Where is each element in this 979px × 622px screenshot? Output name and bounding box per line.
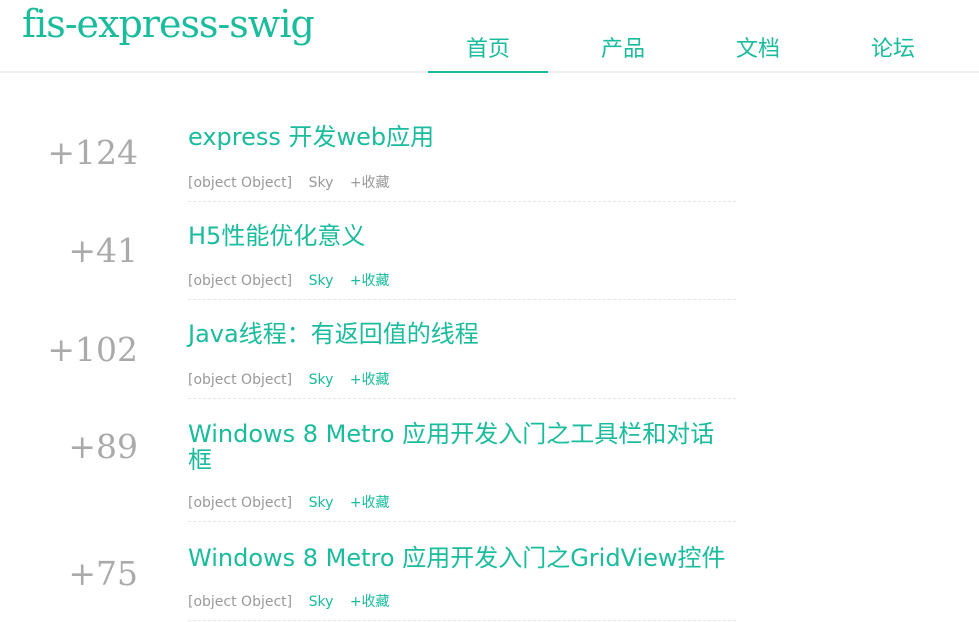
post-title-link[interactable]: Java线程：有返回值的线程	[188, 321, 736, 347]
favorite-link[interactable]: +收藏	[350, 372, 390, 388]
divider	[188, 201, 736, 202]
divider	[188, 620, 736, 621]
favorite-link[interactable]: +收藏	[350, 175, 390, 191]
vote-score: +102	[47, 330, 138, 369]
vote-score: +124	[47, 133, 138, 172]
page: fis-express-swig 首页 产品 文档 论坛 +124 expres…	[0, 0, 979, 622]
post-category: [object Object]	[188, 175, 293, 191]
post-category: [object Object]	[188, 495, 293, 511]
post-meta: [object Object] Sky +收藏	[188, 492, 402, 512]
vote-score: +41	[68, 231, 138, 270]
favorite-link[interactable]: +收藏	[350, 495, 390, 511]
post-title-link[interactable]: Windows 8 Metro 应用开发入门之GridView控件	[188, 545, 736, 571]
post-title-link[interactable]: H5性能优化意义	[188, 223, 736, 249]
post-meta: [object Object] Sky +收藏	[188, 369, 402, 389]
nav-item-products[interactable]: 产品	[563, 0, 683, 73]
post-author[interactable]: Sky	[309, 273, 334, 289]
post-author[interactable]: Sky	[309, 175, 334, 191]
nav-item-home[interactable]: 首页	[428, 0, 548, 73]
post-category: [object Object]	[188, 273, 293, 289]
post-meta: [object Object] Sky +收藏	[188, 270, 402, 290]
nav-item-docs[interactable]: 文档	[698, 0, 818, 73]
post-meta: [object Object] Sky +收藏	[188, 591, 402, 611]
vote-score: +89	[68, 427, 138, 466]
divider	[188, 299, 736, 300]
post-category: [object Object]	[188, 594, 293, 610]
post-author[interactable]: Sky	[309, 594, 334, 610]
header: fis-express-swig 首页 产品 文档 论坛	[0, 0, 979, 73]
favorite-link[interactable]: +收藏	[350, 594, 390, 610]
post-meta: [object Object] Sky +收藏	[188, 172, 402, 192]
post-category: [object Object]	[188, 372, 293, 388]
divider	[188, 398, 736, 399]
nav-item-forum[interactable]: 论坛	[833, 0, 953, 73]
site-logo[interactable]: fis-express-swig	[22, 2, 315, 46]
post-title-link[interactable]: Windows 8 Metro 应用开发入门之工具栏和对话框	[188, 421, 736, 473]
favorite-link[interactable]: +收藏	[350, 273, 390, 289]
divider	[188, 521, 736, 522]
post-author[interactable]: Sky	[309, 495, 334, 511]
vote-score: +75	[68, 554, 138, 593]
post-title-link[interactable]: express 开发web应用	[188, 124, 736, 150]
post-author[interactable]: Sky	[309, 372, 334, 388]
